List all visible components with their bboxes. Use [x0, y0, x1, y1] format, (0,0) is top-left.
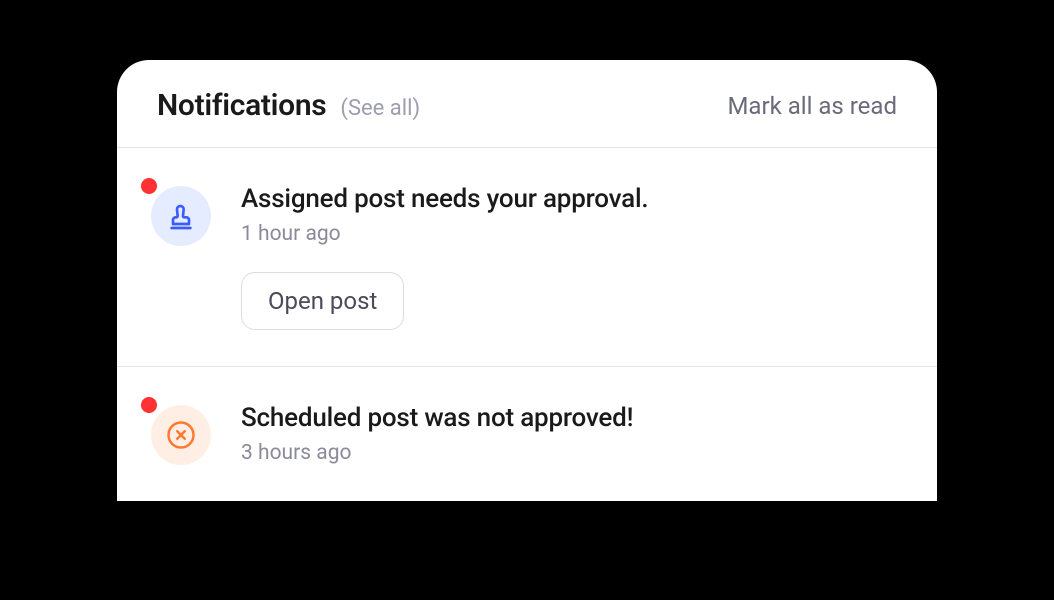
notification-icon-wrapper: [151, 403, 211, 465]
notification-content: Scheduled post was not approved! 3 hours…: [241, 403, 897, 465]
open-post-button[interactable]: Open post: [241, 272, 404, 330]
notifications-panel: Notifications (See all) Mark all as read…: [117, 60, 937, 501]
page-title: Notifications: [157, 88, 326, 123]
header-left: Notifications (See all): [157, 88, 420, 123]
unread-dot: [141, 178, 157, 194]
x-circle-icon: [151, 405, 211, 465]
mark-all-read-link[interactable]: Mark all as read: [727, 92, 897, 120]
notification-title: Assigned post needs your approval.: [241, 184, 897, 214]
notification-icon-wrapper: [151, 184, 211, 246]
unread-dot: [141, 397, 157, 413]
notification-item[interactable]: Scheduled post was not approved! 3 hours…: [117, 367, 937, 501]
notification-title: Scheduled post was not approved!: [241, 403, 897, 433]
panel-header: Notifications (See all) Mark all as read: [117, 60, 937, 148]
notification-time: 3 hours ago: [241, 441, 897, 465]
notification-time: 1 hour ago: [241, 222, 897, 246]
see-all-link[interactable]: (See all): [340, 96, 420, 121]
stamp-icon: [151, 186, 211, 246]
notification-item[interactable]: Assigned post needs your approval. 1 hou…: [117, 148, 937, 367]
notification-content: Assigned post needs your approval. 1 hou…: [241, 184, 897, 330]
